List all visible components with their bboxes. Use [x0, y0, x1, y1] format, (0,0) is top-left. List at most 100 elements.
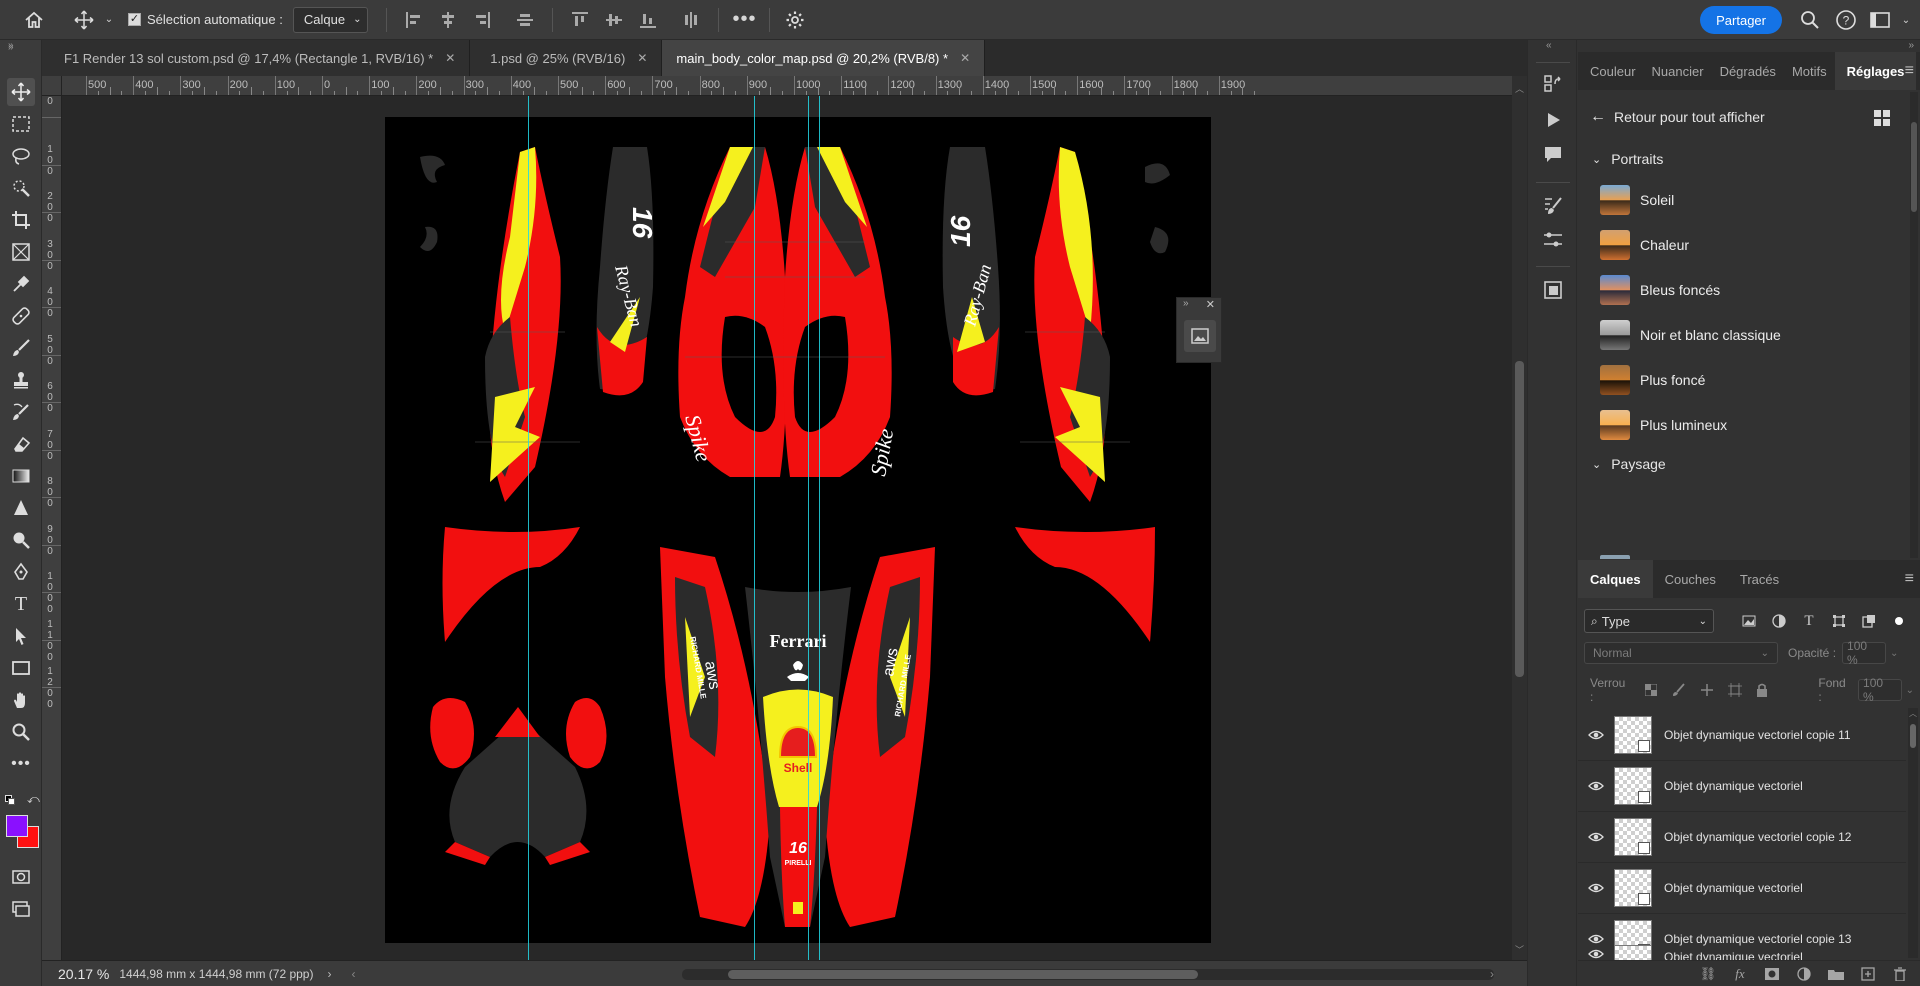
preset-brighter[interactable]: Plus lumineux	[1600, 410, 1727, 440]
gradient-tool-icon[interactable]	[7, 462, 35, 490]
preset-classic-bw[interactable]: Noir et blanc classique	[1600, 320, 1781, 350]
move-tool-icon[interactable]	[66, 6, 102, 34]
expand-icon[interactable]: »	[1183, 298, 1189, 309]
layers-scrollbar[interactable]: ︿	[1908, 708, 1918, 958]
zoom-tool-icon[interactable]	[7, 718, 35, 746]
add-mask-icon[interactable]	[1760, 964, 1784, 984]
scroll-left-icon[interactable]: ‹	[351, 967, 355, 981]
share-button[interactable]: Partager	[1700, 6, 1782, 34]
align-center-icon[interactable]	[436, 8, 460, 32]
more-tools-icon[interactable]: •••	[7, 750, 35, 778]
brush-settings-icon[interactable]	[1539, 192, 1567, 220]
canvas-area[interactable]: 16 Ray-Ban Spike Spike 16 Ray-Ban RICHAR…	[62, 96, 1512, 960]
tab-patterns[interactable]: Motifs	[1784, 52, 1835, 90]
swap-colors-icon[interactable]: ⤺	[27, 792, 40, 807]
layer-row[interactable]: Objet dynamique vectoriel copie 12	[1578, 812, 1906, 863]
home-icon[interactable]	[14, 6, 54, 34]
panel-menu-icon[interactable]: ≡	[1905, 62, 1914, 80]
chevron-right-icon[interactable]: ›	[327, 967, 331, 981]
align-bottom-icon[interactable]	[636, 8, 660, 32]
preset-warmth[interactable]: Chaleur	[1600, 230, 1689, 260]
default-colors-icon[interactable]	[5, 795, 15, 805]
eye-icon[interactable]	[1578, 781, 1614, 791]
marquee-tool-icon[interactable]	[7, 110, 35, 138]
quick-selection-tool-icon[interactable]	[7, 174, 35, 202]
adjustments-sliders-icon[interactable]	[1539, 226, 1567, 254]
history-icon[interactable]	[1539, 70, 1567, 98]
eye-icon[interactable]	[1578, 883, 1614, 893]
new-adjustment-layer-icon[interactable]	[1792, 964, 1816, 984]
scroll-up-icon[interactable]: ︿	[1908, 708, 1918, 719]
pen-tool-icon[interactable]	[7, 558, 35, 586]
chevron-down-icon[interactable]: ⌄	[1890, 648, 1898, 659]
close-icon[interactable]: ✕	[445, 51, 455, 65]
delete-layer-icon[interactable]	[1888, 964, 1912, 984]
filter-pixel-icon[interactable]	[1738, 610, 1760, 632]
distribute-vertical-icon[interactable]	[679, 8, 703, 32]
gear-icon[interactable]	[780, 6, 810, 34]
scrollbar-thumb[interactable]	[1910, 724, 1916, 748]
auto-select-checkbox[interactable]: ✓	[128, 13, 141, 26]
frame-tool-icon[interactable]	[7, 238, 35, 266]
guide-line[interactable]	[528, 96, 529, 960]
filter-smart-object-icon[interactable]	[1858, 610, 1880, 632]
lock-position-icon[interactable]	[1697, 680, 1717, 700]
eyedropper-tool-icon[interactable]	[7, 270, 35, 298]
move-tool-icon[interactable]	[7, 78, 35, 106]
document-canvas[interactable]: 16 Ray-Ban Spike Spike 16 Ray-Ban RICHAR…	[385, 117, 1211, 943]
tab-color[interactable]: Couleur	[1578, 52, 1644, 90]
chevron-down-icon[interactable]: ⌄	[1898, 6, 1914, 34]
opacity-input[interactable]: 100 %	[1842, 639, 1887, 667]
tab-1-psd[interactable]: 1.psd @ 25% (RVB/16) ✕	[470, 40, 663, 76]
chevron-down-icon[interactable]: ⌄	[1906, 685, 1914, 696]
filter-toggle-icon[interactable]	[1888, 610, 1910, 632]
crop-tool-icon[interactable]	[7, 206, 35, 234]
lock-all-icon[interactable]	[1753, 680, 1773, 700]
scroll-up-icon[interactable]: ︿	[1515, 82, 1524, 95]
tab-f1-render[interactable]: F1 Render 13 sol custom.psd @ 17,4% (Rec…	[42, 40, 471, 76]
floating-panel[interactable]: » ✕	[1176, 297, 1222, 363]
guide-line[interactable]	[754, 96, 755, 960]
rectangle-tool-icon[interactable]	[7, 654, 35, 682]
chevron-down-icon[interactable]: ⌄	[102, 6, 116, 34]
close-icon[interactable]: ✕	[960, 51, 970, 65]
blur-tool-icon[interactable]	[7, 494, 35, 522]
align-left-icon[interactable]	[402, 8, 426, 32]
layer-row[interactable]: Objet dynamique vectoriel	[1578, 943, 1906, 960]
auto-select-dropdown[interactable]: Calque ⌄	[292, 6, 369, 33]
preset-darker[interactable]: Plus foncé	[1600, 365, 1705, 395]
workspace-icon[interactable]	[1866, 6, 1894, 34]
history-brush-tool-icon[interactable]	[7, 398, 35, 426]
play-actions-icon[interactable]	[1539, 106, 1567, 134]
stamp-tool-icon[interactable]	[7, 366, 35, 394]
scrollbar-thumb[interactable]	[1515, 361, 1524, 677]
tabs-collapse-icon[interactable]: »	[8, 40, 14, 51]
lock-transparent-icon[interactable]	[1642, 680, 1662, 700]
fill-input[interactable]: 100 %	[1858, 676, 1902, 704]
rpanel-collapse-icon[interactable]: »	[1908, 40, 1914, 51]
scrollbar-thumb[interactable]	[728, 970, 1198, 979]
properties-panel-icon[interactable]	[1184, 320, 1216, 352]
lasso-tool-icon[interactable]	[7, 142, 35, 170]
hand-tool-icon[interactable]	[7, 686, 35, 714]
dodge-tool-icon[interactable]	[7, 526, 35, 554]
type-tool-icon[interactable]: T	[7, 590, 35, 618]
section-portraits[interactable]: ⌄ Portraits	[1592, 151, 1663, 167]
align-right-icon[interactable]	[470, 8, 494, 32]
new-group-icon[interactable]	[1824, 964, 1848, 984]
tab-swatches[interactable]: Nuancier	[1644, 52, 1712, 90]
scroll-down-icon[interactable]: ﹀	[1515, 943, 1524, 956]
close-icon[interactable]: ✕	[637, 51, 647, 65]
blend-mode-dropdown[interactable]: Normal ⌄	[1584, 642, 1778, 664]
align-top-icon[interactable]	[568, 8, 592, 32]
layer-filter-dropdown[interactable]: ⌕ Type ⌄	[1584, 609, 1714, 633]
screen-mode-icon[interactable]	[7, 895, 35, 923]
adjustments-scrollbar[interactable]	[1910, 92, 1918, 558]
filter-shape-icon[interactable]	[1828, 610, 1850, 632]
close-icon[interactable]: ✕	[1206, 298, 1215, 311]
canvas-vertical-scrollbar[interactable]: ︿ ﹀	[1512, 76, 1527, 960]
eye-icon[interactable]	[1578, 832, 1614, 842]
foreground-color-swatch[interactable]	[6, 815, 28, 837]
lock-pixels-icon[interactable]	[1669, 680, 1689, 700]
healing-brush-tool-icon[interactable]	[7, 302, 35, 330]
